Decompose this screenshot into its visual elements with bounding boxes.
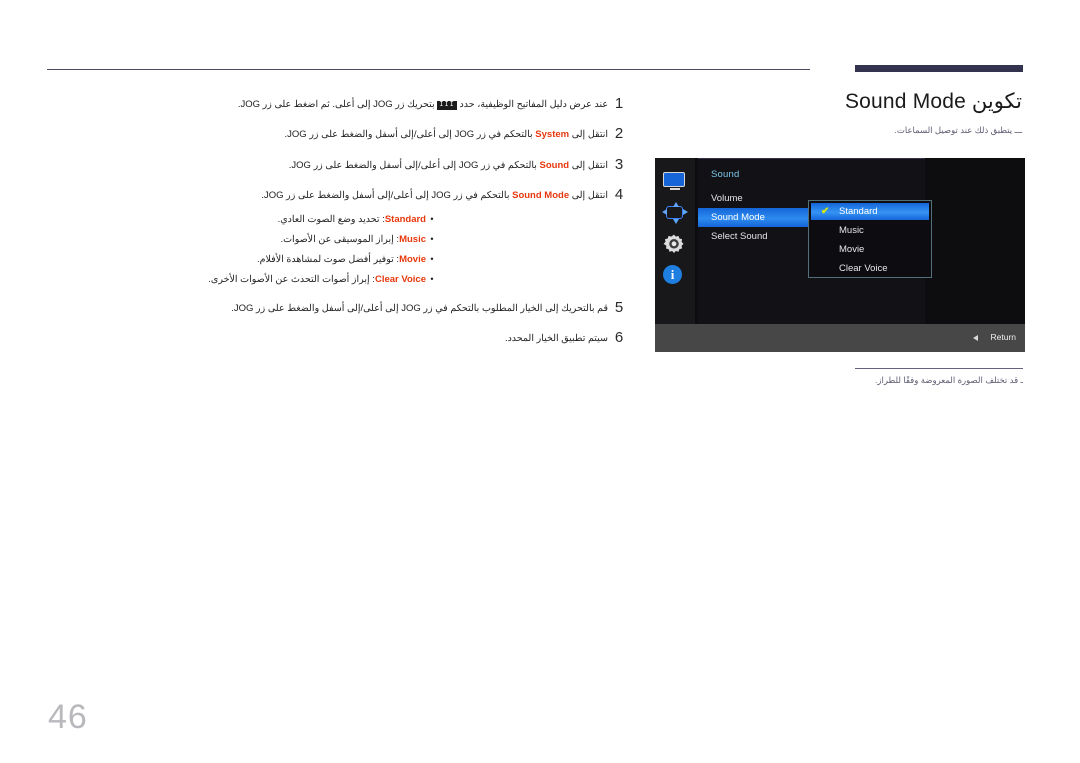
step-2: 2 انتقل إلى System بالتحكم في زر JOG إلى…: [40, 125, 630, 142]
step-4: 4 انتقل إلى Sound Mode بالتحكم في زر JOG…: [40, 186, 630, 203]
step-2-keyword: System: [535, 129, 570, 141]
osd-submenu-item-clear-voice[interactable]: Clear Voice: [811, 260, 929, 277]
step-2-text-after: بالتحكم في زر JOG إلى أعلى/إلى أسفل والض…: [284, 129, 536, 141]
step-2-text-before: انتقل إلى: [569, 129, 608, 141]
return-arrow-icon: [973, 335, 978, 341]
osd-submenu-sound-mode: ✔ Standard Music Movie Clear Voice: [808, 200, 932, 278]
step-6: 6 سيتم تطبيق الخيار المحدد.: [40, 329, 630, 346]
osd-body: i Sound Volume Sound Mode Select Sound ✔…: [655, 158, 1025, 324]
bullet-3-text: Movie: توفير أفضل صوت لمشاهدة الأفلام.: [257, 252, 426, 267]
osd-submenu-item-standard-label: Standard: [839, 206, 878, 217]
page-title-note: ـــ يتطبق ذلك عند توصيل السماعات.: [894, 125, 1022, 136]
osd-submenu-item-music[interactable]: Music: [811, 222, 929, 239]
header-divider-left: [47, 69, 810, 70]
position-icon[interactable]: [662, 202, 688, 225]
bullet-1-text: Standard: تحديد وضع الصوت العادي.: [278, 212, 426, 227]
osd-icon-sidebar: i: [655, 158, 695, 324]
osd-submenu-item-standard[interactable]: ✔ Standard: [811, 203, 929, 220]
osd-screenshot: i Sound Volume Sound Mode Select Sound ✔…: [655, 158, 1025, 352]
bullet-4-keyword: Clear Voice: [374, 274, 426, 285]
step-3-number: 3: [614, 155, 624, 173]
step-1-number: 1: [614, 95, 624, 112]
footer-note: ـ قد تختلف الصورة المعروضة وفقًا للطراز.: [875, 375, 1023, 385]
step-6-number: 6: [614, 329, 624, 347]
page-number: 46: [48, 698, 88, 736]
information-icon-glyph: i: [663, 265, 682, 284]
step-3-text-after: بالتحكم في زر JOG إلى أعلى/إلى أسفل والض…: [288, 159, 540, 171]
step-1-text-before: عند عرض دليل المفاتيح الوظيفية، حدد: [456, 99, 608, 110]
check-icon: ✔: [821, 206, 830, 217]
step-1-text-after: بتحريك زر JOG إلى أعلى. ثم اضغط على زر J…: [237, 99, 438, 110]
step-5-number: 5: [614, 299, 624, 316]
step-4-text-after: بالتحكم في زر JOG إلى أعلى/إلى أسفل والض…: [261, 189, 513, 201]
sound-mode-options-list: • Standard: تحديد وضع الصوت العادي. • Mu…: [40, 212, 630, 287]
step-3-text-before: انتقل إلى: [569, 159, 608, 171]
bullet-1-keyword: Standard: [384, 214, 426, 225]
display-icon[interactable]: [663, 172, 687, 194]
bullet-2-text: Music: إبراز الموسيقى عن الأصوات.: [280, 232, 426, 247]
bullet-4-text: Clear Voice: إبراز أصوات التحدث عن الأصو…: [208, 272, 426, 287]
list-item: • Music: إبراز الموسيقى عن الأصوات.: [40, 232, 630, 247]
header-bar-right: [855, 65, 1023, 72]
instruction-steps: 1 عند عرض دليل المفاتيح الوظيفية، حدد II…: [40, 95, 630, 360]
system-gear-icon[interactable]: [663, 233, 687, 255]
osd-menu-heading: Sound: [711, 169, 740, 180]
osd-submenu-item-clear-voice-label: Clear Voice: [839, 263, 888, 274]
bullet-1-desc: : تحديد وضع الصوت العادي.: [277, 214, 385, 225]
osd-submenu-item-music-label: Music: [839, 225, 864, 236]
key-guide-icon: III: [437, 101, 457, 110]
osd-submenu-item-movie[interactable]: Movie: [811, 241, 929, 258]
bullet-icon: •: [430, 234, 434, 244]
footer-note-divider: [855, 368, 1023, 369]
page-header: تكوين Sound Mode ـــ يتطبق ذلك عند توصيل…: [640, 88, 1040, 137]
list-item: • Movie: توفير أفضل صوت لمشاهدة الأفلام.: [40, 252, 630, 267]
list-item: • Clear Voice: إبراز أصوات التحدث عن الأ…: [40, 272, 630, 287]
osd-footer-bar: Return: [655, 324, 1025, 352]
step-5: 5 قم بالتحريك إلى الخيار المطلوب بالتحكم…: [40, 299, 630, 316]
step-4-number: 4: [614, 185, 624, 203]
step-1-text: عند عرض دليل المفاتيح الوظيفية، حدد III …: [40, 95, 608, 112]
step-4-keyword: Sound Mode: [512, 189, 570, 201]
bullet-2-desc: : إبراز الموسيقى عن الأصوات.: [280, 234, 400, 245]
step-3-text: انتقل إلى Sound بالتحكم في زر JOG إلى أع…: [40, 156, 608, 173]
bullet-icon: •: [430, 274, 434, 284]
list-item: • Standard: تحديد وضع الصوت العادي.: [40, 212, 630, 227]
step-2-text: انتقل إلى System بالتحكم في زر JOG إلى أ…: [40, 125, 608, 142]
bullet-3-desc: : توفير أفضل صوت لمشاهدة الأفلام.: [256, 254, 400, 265]
step-6-text: سيتم تطبيق الخيار المحدد.: [504, 333, 608, 345]
bullet-icon: •: [430, 214, 434, 224]
step-2-number: 2: [614, 125, 624, 143]
bullet-3-keyword: Movie: [399, 254, 426, 265]
step-5-text: قم بالتحريك إلى الخيار المطلوب بالتحكم ف…: [231, 303, 608, 314]
step-3: 3 انتقل إلى Sound بالتحكم في زر JOG إلى …: [40, 156, 630, 173]
osd-submenu-item-movie-label: Movie: [839, 244, 865, 255]
step-4-text-before: انتقل إلى: [569, 189, 608, 201]
bullet-4-desc: : إبراز أصوات التحدث عن الأصوات الأخرى.: [208, 274, 375, 285]
bullet-2-keyword: Music: [399, 234, 426, 245]
page-title: تكوين Sound Mode: [844, 90, 1022, 113]
step-1: 1 عند عرض دليل المفاتيح الوظيفية، حدد II…: [40, 95, 630, 112]
step-3-keyword: Sound: [539, 159, 570, 171]
step-4-text: انتقل إلى Sound Mode بالتحكم في زر JOG إ…: [40, 186, 608, 203]
osd-return-label[interactable]: Return: [990, 332, 1016, 342]
bullet-icon: •: [430, 254, 434, 264]
information-icon[interactable]: i: [663, 265, 687, 287]
